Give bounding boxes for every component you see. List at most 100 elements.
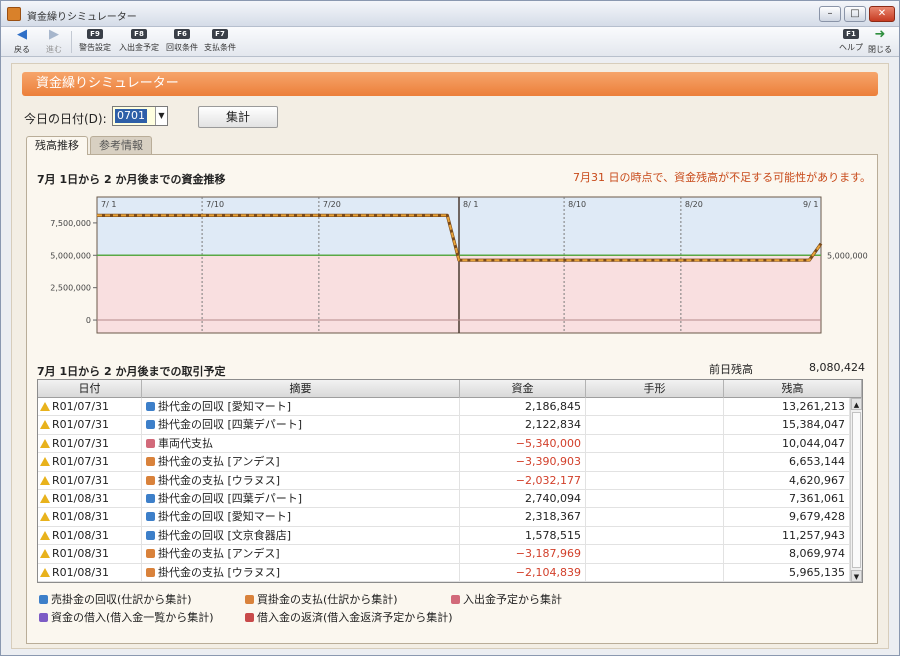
- legend-label: 借入金の返済(借入金返済予定から集計): [257, 611, 453, 624]
- prev-balance-label: 前日残高: [709, 363, 753, 376]
- table-row[interactable]: R01/07/31 掛代金の支払 [ウラヌス] −2,032,177 4,620,96…: [38, 471, 850, 490]
- balance-chart: 7/ 1 7/10 7/20 8/ 1 8/10 8/20 9/ 1 7,500,000 5,0…: [50, 196, 868, 334]
- scroll-thumb[interactable]: [852, 412, 861, 568]
- warning-icon: [40, 549, 50, 559]
- row-cash: −2,104,839: [460, 563, 586, 582]
- table-row[interactable]: R01/07/31 車両代支払 −5,340,000 10,044,047: [38, 434, 850, 454]
- scroll-up-icon[interactable]: ▲: [851, 398, 862, 410]
- row-date: R01/08/31: [38, 489, 142, 508]
- row-date: R01/07/31: [38, 398, 142, 416]
- column-header-bills[interactable]: 手形: [586, 380, 724, 398]
- row-date-text: R01/08/31: [52, 565, 110, 579]
- column-header-date[interactable]: 日付: [38, 380, 142, 398]
- toolbar-f9-label: 警告設定: [79, 43, 111, 52]
- toolbar-f6-button[interactable]: F6 回収条件: [163, 29, 201, 55]
- date-label: 今日の日付(D):: [24, 112, 107, 126]
- row-bills: [586, 545, 724, 564]
- toolbar-f7-label: 支払条件: [204, 43, 236, 52]
- table-row[interactable]: R01/07/31 掛代金の回収 [愛知マート] 2,186,845 13,261,2…: [38, 398, 850, 417]
- threshold-label: 5,000,000: [827, 251, 868, 260]
- row-date: R01/08/31: [38, 508, 142, 527]
- row-balance: 7,361,061: [724, 489, 850, 508]
- row-description: 掛代金の回収 [文京食器店]: [142, 526, 460, 545]
- vertical-scrollbar[interactable]: ▲ ▼: [850, 398, 862, 582]
- help-label: ヘルプ: [839, 43, 863, 52]
- transactions-title: 7月 1日から 2 か月後までの取引予定: [37, 365, 226, 378]
- minimize-button[interactable]: –: [819, 6, 841, 22]
- back-button[interactable]: ◀ 戻る: [9, 28, 35, 55]
- row-balance: 10,044,047: [724, 434, 850, 453]
- warning-icon: [40, 420, 50, 430]
- collect-icon: [146, 530, 155, 540]
- y-tick-label: 7,500,000: [50, 219, 91, 228]
- row-description-text: 掛代金の回収 [愛知マート]: [158, 510, 292, 524]
- forward-label: 進む: [46, 45, 62, 54]
- row-date-text: R01/07/31: [52, 418, 110, 432]
- pay-icon: [146, 457, 155, 467]
- table-row[interactable]: R01/08/31 掛代金の回収 [四葉デパート] 2,740,094 7,361,0…: [38, 489, 850, 509]
- tab-reference-info[interactable]: 参考情報: [90, 136, 152, 154]
- row-cash: 2,740,094: [460, 489, 586, 508]
- scroll-down-icon[interactable]: ▼: [851, 570, 862, 582]
- row-description-text: 掛代金の回収 [文京食器店]: [158, 528, 292, 542]
- column-header-balance[interactable]: 残高: [724, 380, 862, 398]
- toolbar: ◀ 戻る ▶ 進む F9 警告設定 F8 入出金予定 F6 回収条件 F7 支払…: [1, 27, 899, 57]
- collect-icon: [39, 595, 48, 604]
- row-description-text: 掛代金の回収 [愛知マート]: [158, 400, 292, 413]
- help-button[interactable]: F1 ヘルプ: [837, 29, 865, 55]
- calculate-button[interactable]: 集計: [198, 106, 278, 128]
- pay-icon: [146, 475, 155, 485]
- toolbar-f9-button[interactable]: F9 警告設定: [75, 29, 115, 55]
- toolbar-f8-button[interactable]: F8 入出金予定: [117, 29, 161, 55]
- forward-button[interactable]: ▶ 進む: [41, 28, 67, 55]
- date-tick-label: 8/10: [568, 200, 586, 209]
- table-body: R01/07/31 掛代金の回収 [愛知マート] 2,186,845 13,261,2…: [38, 398, 850, 582]
- row-description: 掛代金の回収 [愛知マート]: [142, 398, 460, 416]
- table-row[interactable]: R01/07/31 掛代金の支払 [アンデス] −3,390,903 6,653,14…: [38, 453, 850, 472]
- date-select[interactable]: 0701 ▼: [112, 106, 168, 126]
- row-bills: [586, 489, 724, 508]
- table-row[interactable]: R01/08/31 掛代金の回収 [愛知マート] 2,318,367 9,679,42…: [38, 508, 850, 527]
- toolbar-f7-button[interactable]: F7 支払条件: [201, 29, 239, 55]
- table-row[interactable]: R01/08/31 掛代金の支払 [アンデス] −3,187,969 8,069,97…: [38, 545, 850, 564]
- table-row[interactable]: R01/07/31 掛代金の回収 [四葉デパート] 2,122,834 15,384,…: [38, 416, 850, 435]
- collect-icon: [146, 512, 155, 522]
- close-window-button[interactable]: ✕: [869, 6, 895, 22]
- row-bills: [586, 453, 724, 472]
- row-bills: [586, 416, 724, 435]
- transactions-table: 日付 摘要 資金 手形 残高 R01/07/31 掛代金の回収 [愛知マート] 2,…: [37, 379, 863, 583]
- table-row[interactable]: R01/08/31 掛代金の支払 [ウラヌス] −2,104,839 5,965,13…: [38, 563, 850, 582]
- close-label: 閉じる: [868, 45, 892, 54]
- title-bar[interactable]: 資金繰りシミュレーター – □ ✕: [1, 1, 899, 27]
- row-balance: 15,384,047: [724, 416, 850, 435]
- tab-balance-trend[interactable]: 残高推移: [26, 136, 88, 155]
- window-title: 資金繰りシミュレーター: [27, 12, 137, 23]
- row-balance: 11,257,943: [724, 526, 850, 545]
- row-balance: 4,620,967: [724, 471, 850, 490]
- row-cash: −2,032,177: [460, 471, 586, 490]
- pay-icon: [146, 567, 155, 577]
- main-content: 資金繰りシミュレーター 今日の日付(D): 0701 ▼ 集計 残高推移 参考情…: [11, 63, 889, 649]
- table-row[interactable]: R01/08/31 掛代金の回収 [文京食器店] 1,578,515 11,257,9…: [38, 526, 850, 546]
- row-cash: −3,390,903: [460, 453, 586, 472]
- row-balance: 13,261,213: [724, 398, 850, 416]
- warning-icon: [40, 402, 50, 411]
- chevron-down-icon[interactable]: ▼: [155, 107, 167, 125]
- collect-icon: [146, 493, 155, 503]
- y-tick-label: 5,000,000: [50, 251, 91, 260]
- column-header-cash[interactable]: 資金: [460, 380, 586, 398]
- row-description-text: 掛代金の回収 [四葉デパート]: [158, 418, 303, 432]
- row-date: R01/07/31: [38, 453, 142, 472]
- row-date: R01/07/31: [38, 434, 142, 453]
- column-header-description[interactable]: 摘要: [142, 380, 460, 398]
- maximize-button[interactable]: □: [844, 6, 866, 22]
- row-cash: 2,318,367: [460, 508, 586, 527]
- row-description: 掛代金の回収 [愛知マート]: [142, 508, 460, 527]
- row-cash: 2,186,845: [460, 398, 586, 416]
- row-description-text: 車両代支払: [158, 436, 213, 450]
- close-button[interactable]: ➜ 閉じる: [867, 28, 893, 55]
- row-date-text: R01/08/31: [52, 510, 110, 524]
- section-header: 資金繰りシミュレーター: [22, 72, 878, 96]
- key-badge: F6: [174, 29, 190, 39]
- row-balance: 5,965,135: [724, 563, 850, 582]
